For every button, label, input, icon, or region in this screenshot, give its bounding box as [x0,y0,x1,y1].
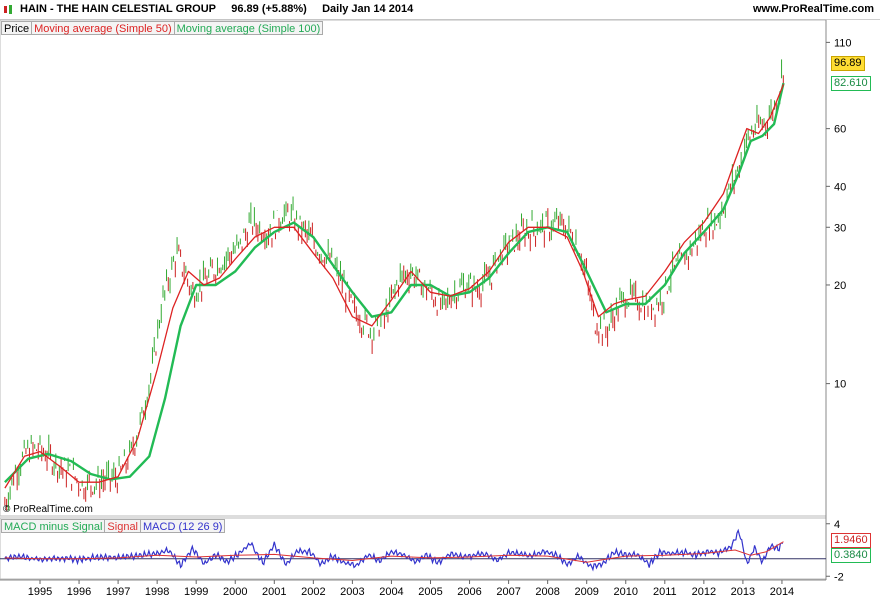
x-tick-label: 1996 [67,586,91,598]
x-tick-label: 2006 [457,586,481,598]
y-tick-label: 110 [834,37,852,49]
x-tick-label: 2011 [653,586,677,598]
x-tick-label: 2012 [692,586,716,598]
legend-signal[interactable]: Signal [104,519,141,533]
y-tick-label: 60 [834,124,846,136]
x-tick-label: 1998 [145,586,169,598]
x-tick-label: 2004 [379,586,403,598]
copyright-note: © ProRealTime.com [3,504,93,515]
x-tick-label: 1995 [28,586,52,598]
y-tick-label: 40 [834,181,846,193]
macd-y-tick-label: 4 [834,519,840,531]
x-tick-label: 2009 [574,586,598,598]
x-tick-label: 2007 [496,586,520,598]
x-tick-label: 1997 [106,586,130,598]
legend-macd-hist[interactable]: MACD minus Signal [1,519,106,533]
chart-canvas: 1106040302010 4-2 1995 1996 1997 1998 1999 20… [0,19,852,598]
y-tick-label: 30 [834,222,846,234]
y-tick-label: 10 [834,379,846,391]
y-tick-label: 20 [834,280,846,292]
x-tick-label: 2002 [301,586,325,598]
x-tick-label: 2014 [770,586,794,598]
x-tick-label: 2005 [418,586,442,598]
x-tick-label: 1999 [184,586,208,598]
macd-legend: MACD minus Signal Signal MACD (12 26 9) [1,519,226,533]
hist-value-badge: 0.3840 [831,548,871,563]
x-tick-label: 2013 [731,586,755,598]
x-tick-label: 2001 [262,586,286,598]
legend-ma100[interactable]: Moving average (Simple 100) [173,21,324,35]
x-tick-label: 2003 [340,586,364,598]
legend-price[interactable]: Price [1,21,33,35]
x-tick-label: 2008 [535,586,559,598]
x-tick-label: 2000 [223,586,247,598]
x-tick-label: 2010 [614,586,638,598]
legend-ma50[interactable]: Moving average (Simple 50) [31,21,175,35]
ma100-value-badge: 82.610 [831,76,871,91]
macd-y-tick-label: -2 [834,571,844,583]
legend-macd[interactable]: MACD (12 26 9) [140,519,226,533]
last-price-badge: 96.89 [831,56,865,71]
signal-value-badge: 1.9460 [831,533,871,548]
main-legend: Price Moving average (Simple 50) Moving … [1,21,324,35]
